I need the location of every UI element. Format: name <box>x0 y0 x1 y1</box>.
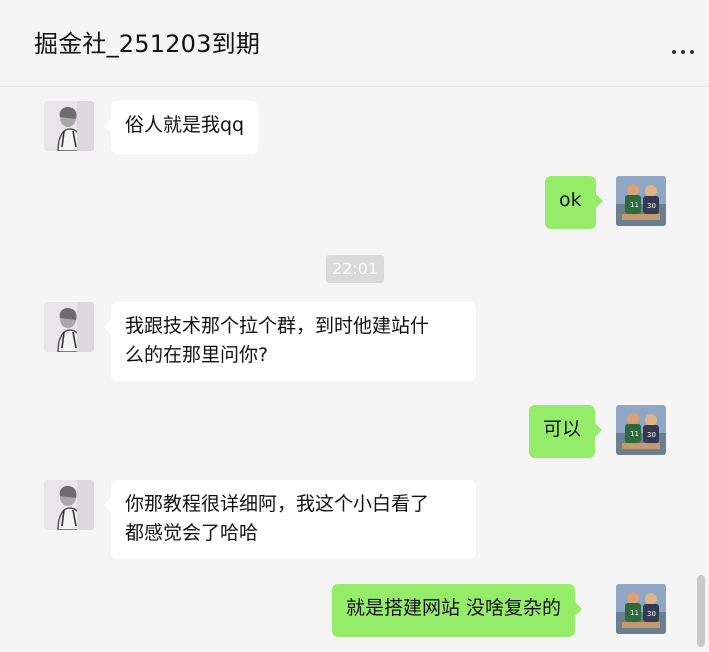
svg-text:30: 30 <box>647 610 656 618</box>
scrollbar-thumb[interactable] <box>697 575 705 647</box>
chat-title: 掘金社_251203到期 <box>34 30 261 58</box>
message-bubble-outgoing[interactable]: ok <box>545 176 603 229</box>
contact-avatar[interactable] <box>44 302 94 352</box>
svg-text:30: 30 <box>647 202 656 210</box>
chat-header: 掘金社_251203到期 <box>0 0 709 87</box>
message-text: 俗人就是我qq <box>125 114 245 136</box>
contact-avatar[interactable] <box>44 480 94 530</box>
message-text: ok <box>559 189 582 211</box>
chat-window: 掘金社_251203到期 俗人就是我qq ok 11 30 22:01 我跟技术… <box>0 0 709 652</box>
message-bubble-incoming[interactable]: 俗人就是我qq <box>103 101 259 154</box>
more-options-icon[interactable] <box>671 36 697 60</box>
svg-text:30: 30 <box>647 431 656 439</box>
message-bubble-outgoing[interactable]: 可以 <box>529 405 603 458</box>
my-avatar[interactable]: 11 30 <box>616 405 666 455</box>
contact-avatar[interactable] <box>44 101 94 151</box>
svg-text:11: 11 <box>630 609 639 617</box>
my-avatar[interactable]: 11 30 <box>616 584 666 634</box>
dot <box>672 50 676 54</box>
my-avatar[interactable]: 11 30 <box>616 176 666 226</box>
message-text: 就是搭建网站 没啥复杂的 <box>346 597 562 619</box>
message-text: 可以 <box>543 418 582 440</box>
message-text-line: 么的在那里问你? <box>125 344 269 366</box>
dot <box>690 50 694 54</box>
message-bubble-incoming[interactable]: 我跟技术那个拉个群，到时他建站什 么的在那里问你? <box>104 302 476 381</box>
message-text-line: 你那教程很详细阿，我这个小白看了 <box>125 493 430 515</box>
message-text-line: 我跟技术那个拉个群，到时他建站什 <box>125 315 430 337</box>
message-text-line: 都感觉会了哈哈 <box>125 522 259 544</box>
dot <box>681 50 685 54</box>
message-bubble-outgoing[interactable]: 就是搭建网站 没啥复杂的 <box>332 584 583 637</box>
svg-text:11: 11 <box>630 201 639 209</box>
svg-text:11: 11 <box>630 430 639 438</box>
message-bubble-incoming[interactable]: 你那教程很详细阿，我这个小白看了 都感觉会了哈哈 <box>104 480 476 559</box>
timestamp-badge: 22:01 <box>326 255 384 283</box>
